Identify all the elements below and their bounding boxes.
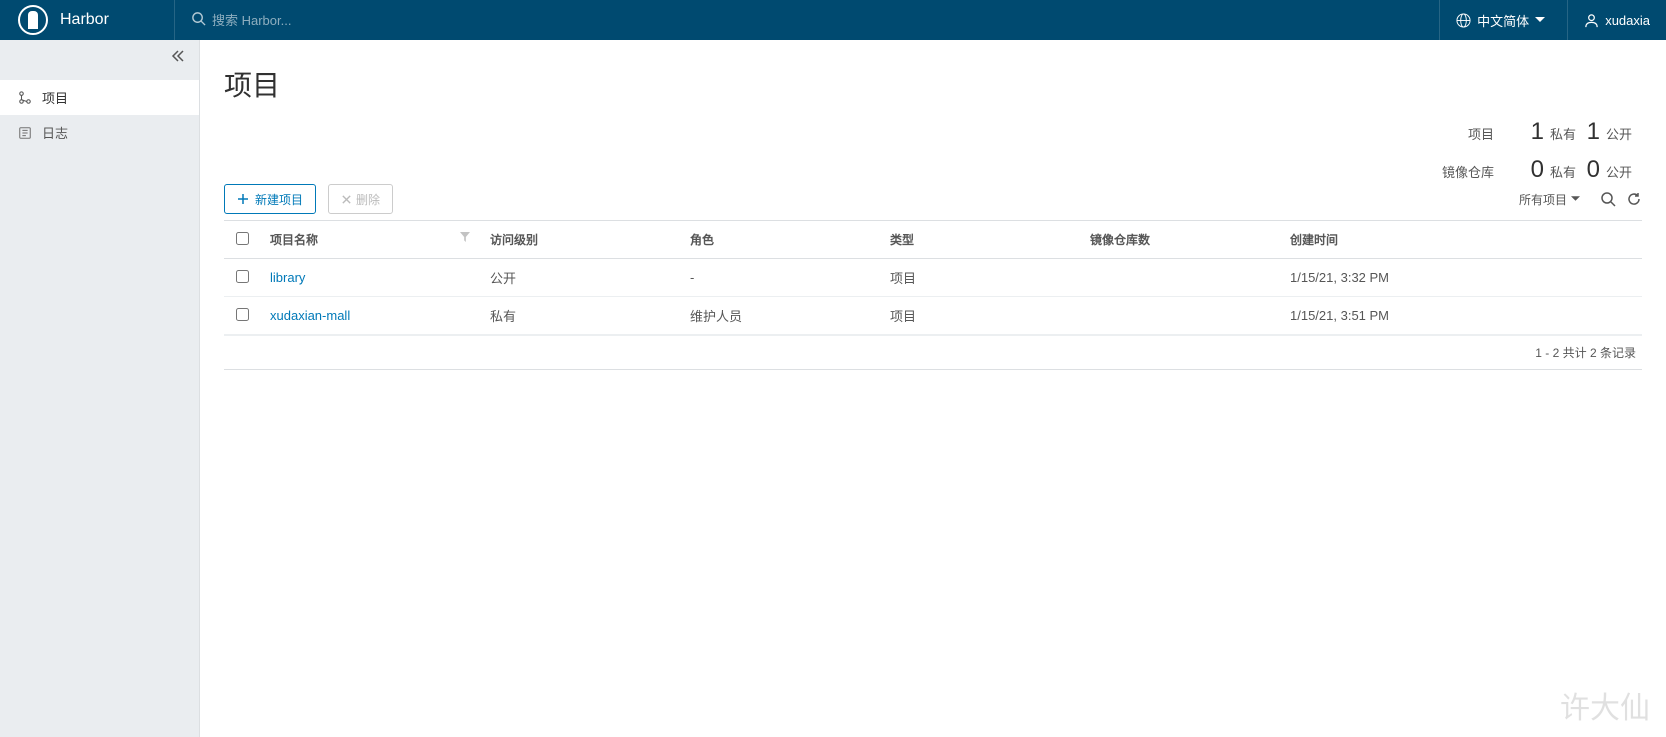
app-header: Harbor 中文简体 xudaxia	[0, 0, 1666, 40]
row-checkbox[interactable]	[236, 308, 249, 321]
projects-icon	[18, 91, 32, 105]
table-footer: 1 - 2 共计 2 条记录	[224, 335, 1642, 370]
chevron-down-icon	[1571, 196, 1580, 202]
cell-repo-count	[1080, 259, 1280, 297]
cell-role: 维护人员	[680, 297, 880, 335]
plus-icon	[237, 193, 249, 205]
col-role: 角色	[690, 233, 714, 247]
table-row[interactable]: xudaxian-mall 私有 维护人员 项目 1/15/21, 3:51 P…	[224, 297, 1642, 335]
col-name: 项目名称	[270, 233, 318, 247]
delete-button: 删除	[328, 184, 393, 214]
x-icon	[341, 194, 352, 205]
table-row[interactable]: library 公开 - 项目 1/15/21, 3:32 PM	[224, 259, 1642, 297]
stats-repos-public-label: 公开	[1606, 162, 1632, 181]
sidebar-nav: 项目 日志	[0, 80, 199, 150]
cell-role: -	[680, 259, 880, 297]
col-repo-count: 镜像仓库数	[1090, 233, 1150, 247]
cell-access: 私有	[480, 297, 680, 335]
sidebar-item-projects[interactable]: 项目	[0, 80, 199, 115]
col-created: 创建时间	[1290, 233, 1338, 247]
search-input[interactable]	[212, 13, 512, 28]
sidebar-item-label: 项目	[42, 88, 68, 107]
row-checkbox[interactable]	[236, 270, 249, 283]
language-switcher[interactable]: 中文简体	[1439, 0, 1567, 40]
stats-repos-label: 镜像仓库	[1442, 162, 1494, 181]
cell-repo-count	[1080, 297, 1280, 335]
search-icon	[191, 11, 206, 29]
new-project-label: 新建项目	[255, 191, 303, 208]
stats-panel: 项目 1 私有 1 公开 镜像仓库 0 私有 0 公开	[1442, 118, 1636, 194]
cell-created: 1/15/21, 3:51 PM	[1280, 297, 1642, 335]
logs-icon	[18, 126, 32, 140]
stats-projects-private-label: 私有	[1550, 124, 1576, 143]
stats-repos-private-label: 私有	[1550, 162, 1576, 181]
stats-projects-public-count: 1	[1580, 118, 1600, 146]
stats-repos-public-count: 0	[1580, 156, 1600, 184]
language-label: 中文简体	[1477, 11, 1529, 30]
delete-label: 删除	[356, 191, 380, 208]
brand-area[interactable]: Harbor	[0, 5, 174, 35]
brand-name: Harbor	[60, 11, 109, 29]
project-link[interactable]: xudaxian-mall	[270, 308, 350, 323]
filter-icon[interactable]	[460, 231, 470, 245]
sidebar: 项目 日志	[0, 40, 200, 737]
cell-created: 1/15/21, 3:32 PM	[1280, 259, 1642, 297]
stats-repos-private-count: 0	[1524, 156, 1544, 184]
stats-projects-private-count: 1	[1524, 118, 1544, 146]
col-type: 类型	[890, 233, 914, 247]
projects-table: 项目名称 访问级别 角色 类型 镜像仓库数 创建时间 library	[224, 220, 1642, 335]
cell-access: 公开	[480, 259, 680, 297]
header-right: 中文简体 xudaxia	[1439, 0, 1666, 40]
sidebar-item-label: 日志	[42, 123, 68, 142]
stats-projects-public-label: 公开	[1606, 124, 1632, 143]
page-title: 项目	[224, 64, 1642, 104]
user-menu[interactable]: xudaxia	[1567, 0, 1666, 40]
cell-type: 项目	[880, 297, 1080, 335]
stats-projects-label: 项目	[1446, 124, 1494, 143]
search-area	[174, 0, 1439, 40]
main-content: 项目 项目 1 私有 1 公开 镜像仓库 0 私有	[200, 40, 1666, 737]
cell-type: 项目	[880, 259, 1080, 297]
harbor-logo-icon	[18, 5, 48, 35]
new-project-button[interactable]: 新建项目	[224, 184, 316, 214]
project-link[interactable]: library	[270, 270, 305, 285]
collapse-sidebar-button[interactable]	[171, 50, 185, 65]
sidebar-item-logs[interactable]: 日志	[0, 115, 199, 150]
toolbar: 新建项目 删除 所有项目	[224, 184, 1642, 214]
select-all-checkbox[interactable]	[236, 232, 249, 245]
chevron-down-icon	[1535, 17, 1545, 23]
user-label: xudaxia	[1605, 13, 1650, 28]
col-access: 访问级别	[490, 233, 538, 247]
